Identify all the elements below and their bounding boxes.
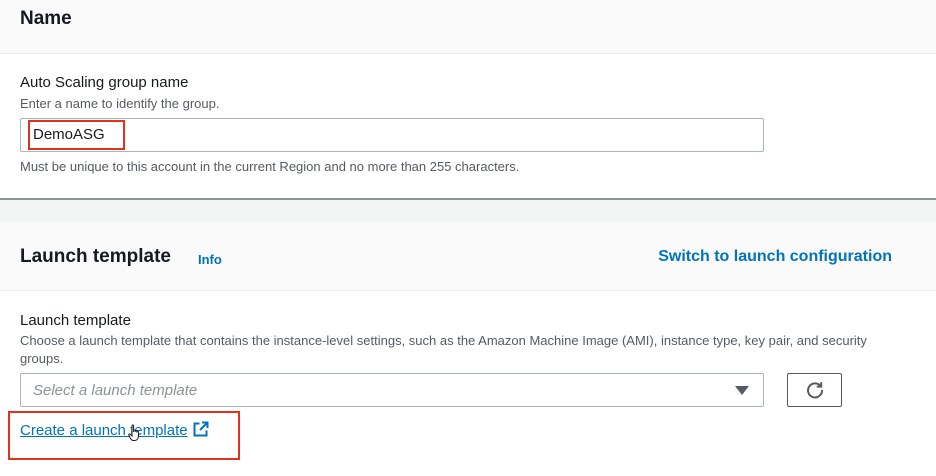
launch-template-description: Choose a launch template that contains t… xyxy=(20,333,867,366)
launch-template-section-title: Launch template xyxy=(20,246,171,267)
launch-template-section-header: Launch template Info Switch to launch co… xyxy=(0,222,936,291)
hand-pointer-icon xyxy=(128,424,139,441)
launch-template-select[interactable]: Select a launch template xyxy=(20,373,764,407)
name-section-title: Name xyxy=(20,8,72,29)
name-section-header: Name xyxy=(0,0,936,54)
switch-to-launch-configuration-link[interactable]: Switch to launch configuration xyxy=(658,248,892,266)
asg-name-description: Enter a name to identify the group. xyxy=(20,96,220,111)
section-gap xyxy=(0,200,936,222)
refresh-icon xyxy=(807,382,824,399)
info-link[interactable]: Info xyxy=(198,252,222,267)
asg-name-constraint: Must be unique to this account in the cu… xyxy=(20,159,520,174)
launch-template-select-placeholder: Select a launch template xyxy=(33,382,198,399)
caret-down-icon xyxy=(735,386,749,395)
launch-template-label: Launch template xyxy=(20,312,131,329)
asg-name-input[interactable]: DemoASG xyxy=(20,118,764,152)
external-link-icon xyxy=(193,421,209,437)
refresh-button[interactable] xyxy=(787,373,842,407)
asg-name-label: Auto Scaling group name xyxy=(20,74,189,91)
create-launch-template-label: Create a launch template xyxy=(20,422,188,439)
create-launch-template-link[interactable]: Create a launch template xyxy=(20,421,209,439)
